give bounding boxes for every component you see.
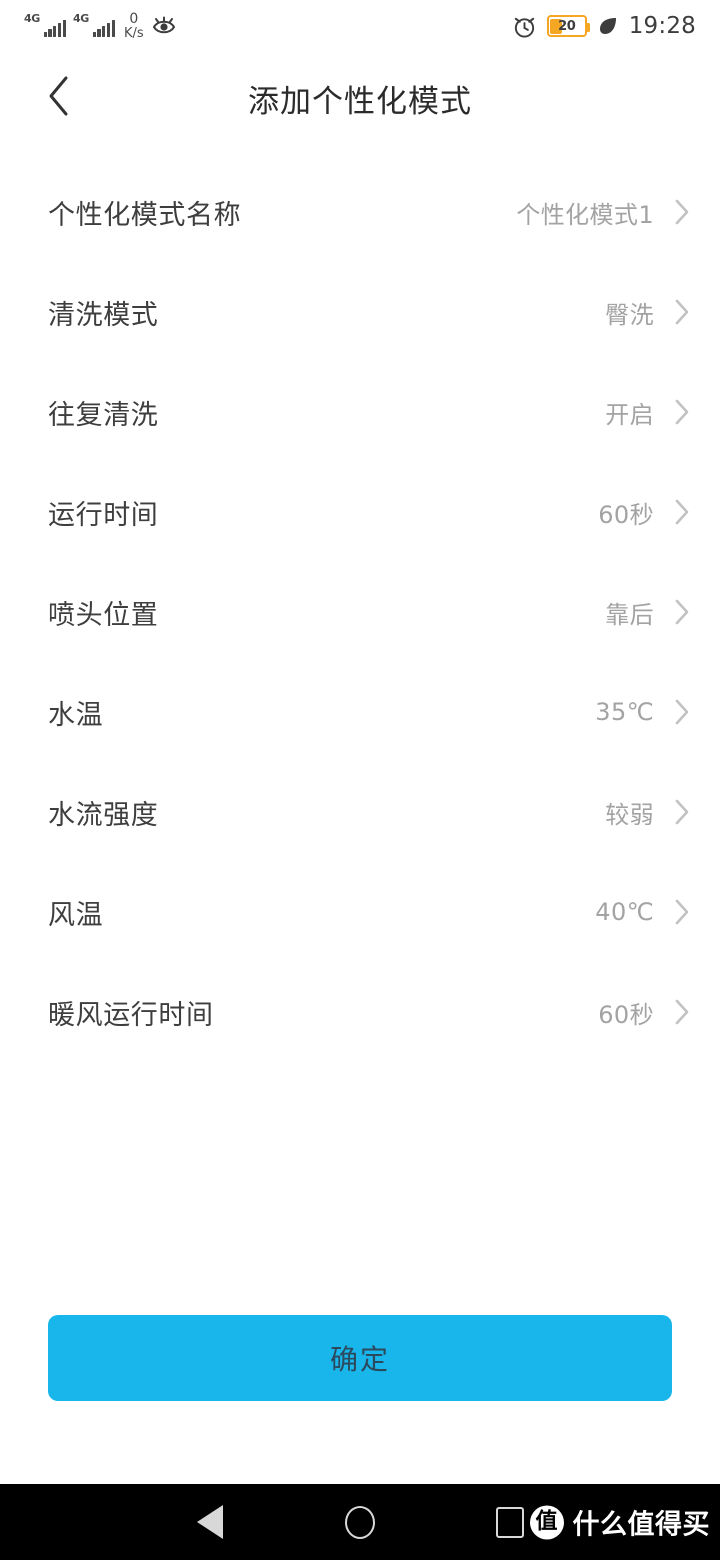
watermark-text: 什么值得买 <box>572 1509 710 1541</box>
settings-row-right: 臀洗 <box>605 295 690 330</box>
nav-back-button[interactable] <box>135 1484 285 1560</box>
status-bar-right: 20 19:28 <box>512 13 696 39</box>
back-button[interactable] <box>30 69 88 127</box>
settings-row-label: 清洗模式 <box>48 299 159 331</box>
settings-row-right: 个性化模式1 <box>516 195 690 230</box>
chevron-right-icon <box>674 498 690 526</box>
settings-row-label: 喷头位置 <box>48 599 159 631</box>
signal-sim2-icon: 4G <box>73 13 115 39</box>
sim2-network-label: 4G <box>73 11 89 25</box>
system-navigation-bar: 值 什么值得买 <box>0 1484 720 1560</box>
chevron-right-icon <box>674 198 690 226</box>
settings-row[interactable]: 清洗模式 臀洗 <box>0 262 720 362</box>
confirm-button[interactable]: 确定 <box>48 1315 672 1401</box>
settings-row-label: 暖风运行时间 <box>48 999 214 1031</box>
triangle-back-icon <box>197 1505 223 1539</box>
settings-row-value: 靠后 <box>605 600 654 629</box>
settings-row[interactable]: 暖风运行时间 60秒 <box>0 962 720 1062</box>
settings-row-right: 60秒 <box>598 995 690 1030</box>
chevron-right-icon <box>674 298 690 326</box>
chevron-right-icon <box>674 598 690 626</box>
signal-sim1-icon: 4G <box>24 13 66 39</box>
settings-row-value: 较弱 <box>605 800 654 829</box>
settings-row-right: 60秒 <box>598 495 690 530</box>
footer-actions: 确定 <box>0 1315 720 1401</box>
status-bar: 4G 4G 0 K/s 20 19:28 <box>0 0 720 52</box>
settings-row[interactable]: 风温 40℃ <box>0 862 720 962</box>
settings-row-label: 水温 <box>48 699 104 731</box>
settings-row-right: 开启 <box>605 395 690 430</box>
status-bar-time: 19:28 <box>628 13 696 39</box>
battery-percent-label: 20 <box>558 18 576 34</box>
network-speed-indicator: 0 K/s <box>124 12 144 40</box>
settings-row-label: 往复清洗 <box>48 399 159 431</box>
settings-row-label: 运行时间 <box>48 499 159 531</box>
sim1-bars <box>43 19 66 37</box>
battery-icon: 20 <box>546 15 590 37</box>
settings-row-label: 水流强度 <box>48 799 159 831</box>
settings-row-right: 40℃ <box>595 898 690 926</box>
circle-home-icon <box>345 1505 375 1539</box>
page-title: 添加个性化模式 <box>248 83 472 120</box>
settings-row-label: 风温 <box>48 899 104 931</box>
square-recents-icon <box>496 1506 524 1538</box>
watermark: 值 什么值得买 <box>529 1503 711 1542</box>
alarm-clock-icon <box>512 14 537 39</box>
settings-row-value: 开启 <box>605 400 654 429</box>
settings-row-value: 臀洗 <box>605 300 654 329</box>
settings-row[interactable]: 水温 35℃ <box>0 662 720 762</box>
settings-row-value: 个性化模式1 <box>516 200 654 229</box>
chevron-right-icon <box>674 798 690 826</box>
settings-row-right: 靠后 <box>605 595 690 630</box>
chevron-right-icon <box>674 698 690 726</box>
phone-screen: 4G 4G 0 K/s 20 19:28 添加个性化模式 个性化模式名称 个性化… <box>0 0 720 1560</box>
settings-row-value: 40℃ <box>595 898 654 926</box>
sim2-bars <box>92 19 115 37</box>
eye-icon <box>151 16 177 36</box>
watermark-logo-icon: 值 <box>529 1505 564 1539</box>
chevron-right-icon <box>674 998 690 1026</box>
network-speed-value: 0 <box>129 10 139 27</box>
sim1-network-label: 4G <box>24 11 40 25</box>
settings-row[interactable]: 个性化模式名称 个性化模式1 <box>0 162 720 262</box>
chevron-left-icon <box>47 75 71 121</box>
settings-row-value: 60秒 <box>598 500 654 529</box>
settings-row[interactable]: 水流强度 较弱 <box>0 762 720 862</box>
settings-row[interactable]: 运行时间 60秒 <box>0 462 720 562</box>
settings-row-right: 35℃ <box>595 698 690 726</box>
status-bar-left: 4G 4G 0 K/s <box>24 12 177 40</box>
settings-row-value: 35℃ <box>595 698 654 726</box>
network-speed-unit: K/s <box>124 25 144 41</box>
settings-row[interactable]: 喷头位置 靠后 <box>0 562 720 662</box>
settings-row-right: 较弱 <box>605 795 690 830</box>
chevron-right-icon <box>674 898 690 926</box>
settings-row-value: 60秒 <box>598 1000 654 1029</box>
settings-row-label: 个性化模式名称 <box>48 199 242 231</box>
app-header: 添加个性化模式 <box>0 52 720 144</box>
chevron-right-icon <box>674 398 690 426</box>
nav-home-button[interactable] <box>285 1484 435 1560</box>
leaf-icon <box>597 15 619 37</box>
settings-list: 个性化模式名称 个性化模式1 清洗模式 臀洗 往复清洗 开启 运行时间 60秒 喷头位置 靠后 水温… <box>0 144 720 1062</box>
settings-row[interactable]: 往复清洗 开启 <box>0 362 720 462</box>
